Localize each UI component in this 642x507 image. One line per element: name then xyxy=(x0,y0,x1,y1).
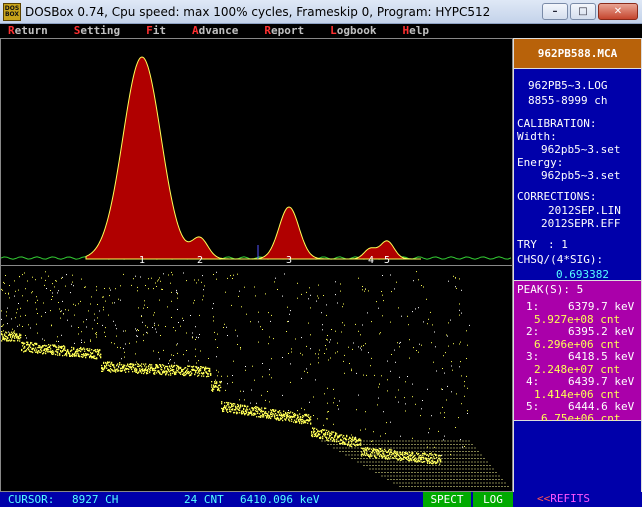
tab-log[interactable]: LOG xyxy=(473,492,513,507)
icon-line-2: BOX xyxy=(4,10,20,18)
peak-label-3: 3 xyxy=(286,255,292,265)
raw-spectrum-pane[interactable] xyxy=(0,266,513,492)
log-file-name: 962PB5~3.LOG xyxy=(528,79,608,92)
cursor-label: CURSOR: xyxy=(8,493,55,506)
cursor-energy: 6410.096 keV xyxy=(240,493,320,506)
window-title: DOSBox 0.74, Cpu speed: max 100% cycles,… xyxy=(25,4,491,19)
refits-button[interactable]: <<REFITS xyxy=(513,492,642,507)
window-controls: – □ ✕ xyxy=(542,3,638,20)
peak-2-index: 2: xyxy=(526,325,540,338)
menu-bar: Return Setting Fit Advance Report Logboo… xyxy=(0,24,642,38)
window-titlebar[interactable]: DOS BOX DOSBox 0.74, Cpu speed: max 100%… xyxy=(0,0,642,24)
menu-setting[interactable]: Setting xyxy=(74,24,120,38)
dosbox-app-icon[interactable]: DOS BOX xyxy=(3,2,21,21)
width-label: Width: xyxy=(517,130,557,143)
refits-arrows-icon: << xyxy=(537,492,551,505)
minimize-icon: – xyxy=(552,6,558,17)
menu-label: eturn xyxy=(14,24,48,37)
chsq-value: 0.693382 xyxy=(556,268,609,281)
menu-hotkey: R xyxy=(8,24,15,37)
menu-fit[interactable]: Fit xyxy=(146,24,166,38)
close-button[interactable]: ✕ xyxy=(598,3,638,20)
menu-hotkey: L xyxy=(330,24,337,37)
menu-hotkey: R xyxy=(264,24,271,37)
fit-info-box: 962PB5~3.LOG 8855-8999 ch CALIBRATION: W… xyxy=(513,69,642,281)
peak-2-energy: 6395.2 keV xyxy=(568,325,635,338)
correction-lin-file: 2012SEP.LIN xyxy=(548,204,621,217)
chsq-label: CHSQ/(4*SIG): xyxy=(517,253,604,266)
menu-help[interactable]: Help xyxy=(403,24,430,38)
peaks-count: PEAK(S): 5 xyxy=(517,283,584,296)
energy-label: Energy: xyxy=(517,156,564,169)
peak-1-energy: 6379.7 keV xyxy=(568,300,635,313)
minimize-button[interactable]: – xyxy=(542,3,568,20)
cursor-counts: 24 CNT xyxy=(184,493,224,506)
menu-return[interactable]: Return xyxy=(8,24,48,38)
cursor-channel: 8927 CH xyxy=(72,493,119,506)
peak-3-energy: 6418.5 keV xyxy=(568,350,635,363)
menu-label: elp xyxy=(409,24,429,37)
fit-spectrum-pane[interactable]: 1 2 3 45 xyxy=(0,38,513,266)
energy-file: 962pb5~3.set xyxy=(541,169,621,182)
menu-advance[interactable]: Advance xyxy=(192,24,238,38)
maximize-icon: □ xyxy=(578,6,588,17)
try-label: TRY xyxy=(517,238,537,251)
info-side-panel: 962PB588.MCA 962PB5~3.LOG 8855-8999 ch C… xyxy=(513,38,642,507)
peak-4-index: 4: xyxy=(526,375,540,388)
channel-range: 8855-8999 ch xyxy=(528,94,608,107)
fitted-peaks-area xyxy=(85,56,421,260)
maximize-button[interactable]: □ xyxy=(570,3,596,20)
peaks-box: PEAK(S): 5 1: 6379.7 keV 5.927e+08 cnt 2… xyxy=(513,281,642,425)
peak-label-2: 2 xyxy=(197,255,203,265)
raw-spectrum-plot[interactable] xyxy=(1,266,512,491)
mca-file-name: 962PB588.MCA xyxy=(513,38,642,69)
peak-3-index: 3: xyxy=(526,350,540,363)
menu-label: ogbook xyxy=(336,24,377,37)
tab-spect[interactable]: SPECT xyxy=(423,492,471,507)
menu-label: dvance xyxy=(198,24,239,37)
menu-label: eport xyxy=(271,24,305,37)
peak-4-energy: 6439.7 keV xyxy=(568,375,635,388)
dos-screen: Return Setting Fit Advance Report Logboo… xyxy=(0,24,642,507)
menu-logbook[interactable]: Logbook xyxy=(330,24,376,38)
menu-hotkey: F xyxy=(146,24,153,37)
status-bar: CURSOR: 8927 CH 24 CNT 6410.096 keV SPEC… xyxy=(0,492,513,507)
menu-label: it xyxy=(152,24,166,37)
correction-eff-file: 2012SEPR.EFF xyxy=(541,217,621,230)
raw-counts-scatter xyxy=(1,271,510,487)
menu-hotkey: A xyxy=(192,24,199,37)
peak-label-5: 5 xyxy=(384,255,390,265)
width-file: 962pb5~3.set xyxy=(541,143,621,156)
calibration-label: CALIBRATION: xyxy=(517,117,597,130)
peak-label-1: 1 xyxy=(139,255,145,265)
peak-label-4: 4 xyxy=(368,255,374,265)
close-icon: ✕ xyxy=(613,6,623,17)
peak-1-index: 1: xyxy=(526,300,540,313)
menu-report[interactable]: Report xyxy=(264,24,304,38)
refits-label: REFITS xyxy=(550,492,590,505)
fit-spectrum-plot[interactable]: 1 2 3 45 xyxy=(1,39,512,265)
peak-5-index: 5: xyxy=(526,400,540,413)
corrections-label: CORRECTIONS: xyxy=(517,190,597,203)
try-value: : 1 xyxy=(548,238,568,251)
menu-label: etting xyxy=(80,24,121,37)
